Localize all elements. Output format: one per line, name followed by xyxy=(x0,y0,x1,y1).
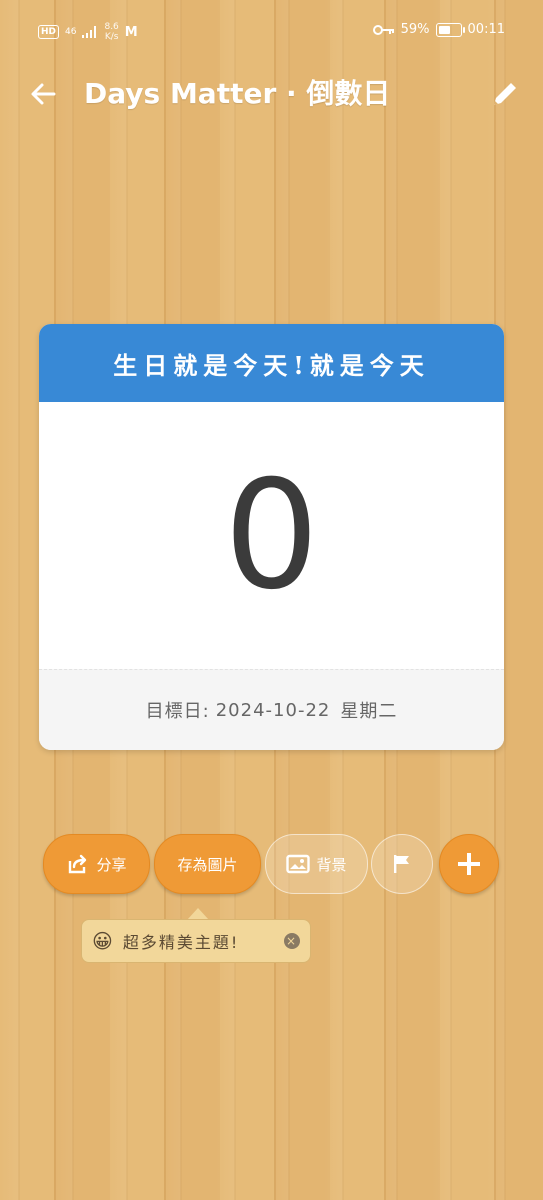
app-bar: Days Matter · 倒數日 xyxy=(0,64,543,124)
status-left: HD 46 8.6 K/s M xyxy=(38,22,138,42)
clock: 00:11 xyxy=(467,22,505,37)
close-icon[interactable]: × xyxy=(284,933,300,949)
flag-icon xyxy=(394,855,409,873)
battery-fill xyxy=(438,25,450,34)
share-label: 分享 xyxy=(96,855,127,874)
save-image-button[interactable]: 存為圖片 xyxy=(154,834,261,894)
target-date-value: 2024-10-22 xyxy=(215,699,331,721)
flag-button[interactable] xyxy=(371,834,433,894)
target-date-label: 目標日: xyxy=(145,701,210,722)
event-card[interactable]: 生日就是今天!就是今天 0 目標日: 2024-10-22 星期二 xyxy=(39,324,504,750)
share-icon xyxy=(69,854,87,874)
plus-icon xyxy=(458,853,480,875)
battery-icon xyxy=(435,22,465,37)
network-type: 46 xyxy=(65,27,77,37)
background-label: 背景 xyxy=(316,855,347,874)
battery-percent: 59% xyxy=(400,22,430,37)
tooltip-text: 超多精美主題! xyxy=(122,933,240,952)
hd-badge: HD xyxy=(38,25,60,39)
target-weekday: 星期二 xyxy=(340,701,398,722)
key-icon xyxy=(372,24,394,35)
days-count: 0 xyxy=(223,449,320,623)
add-button[interactable] xyxy=(439,834,499,894)
page-title: Days Matter · 倒數日 xyxy=(84,77,391,110)
smile-emoji-icon: 😀 xyxy=(92,929,115,953)
background-button[interactable]: 背景 xyxy=(265,834,368,894)
back-button[interactable] xyxy=(26,76,62,112)
target-date-row: 目標日: 2024-10-22 星期二 xyxy=(39,669,504,750)
event-title: 生日就是今天!就是今天 xyxy=(39,324,504,402)
theme-tooltip[interactable]: 😀 超多精美主題! × xyxy=(81,919,311,963)
share-button[interactable]: 分享 xyxy=(43,834,150,894)
status-bar: HD 46 8.6 K/s M 59% 00:11 xyxy=(0,0,543,64)
image-icon xyxy=(286,854,311,874)
status-right: 59% 00:11 xyxy=(372,22,505,37)
pencil-icon xyxy=(494,83,516,105)
edit-button[interactable] xyxy=(487,76,523,112)
signal-icon xyxy=(82,26,97,38)
network-speed: 8.6 K/s xyxy=(104,22,119,42)
gmail-icon: M xyxy=(124,24,138,40)
save-image-label: 存為圖片 xyxy=(177,855,238,874)
arrow-left-icon xyxy=(31,83,56,105)
